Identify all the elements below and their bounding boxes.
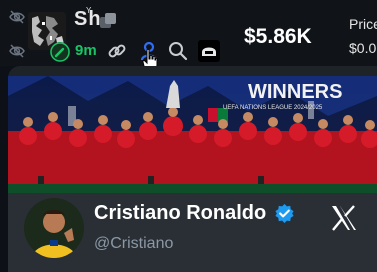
profile-name: Cristiano Ronaldo [94,202,267,224]
copy-icon[interactable] [98,12,118,30]
top-toolbar: Sh Y 9m $5.86K Price $0.0 [0,0,377,71]
eye-off-icon[interactable] [8,8,26,26]
banner-image: WINNERS UEFA NATIONS LEAGUE 2024/2025 [8,76,377,193]
verified-badge-icon [275,203,294,224]
eye-off-icon[interactable] [8,42,26,60]
twitter-card[interactable]: WINNERS UEFA NATIONS LEAGUE 2024/2025 Cr… [8,66,377,272]
age-indicator [50,42,70,62]
search-icon[interactable] [167,40,189,62]
banner-headline: WINNERS [248,81,342,103]
price-label: Price [349,16,377,32]
helmet-icon[interactable] [198,40,220,62]
banner-subline: UEFA NATIONS LEAGUE 2024/2025 [223,105,323,111]
avatar[interactable] [24,198,84,258]
token-age: 9m [75,42,97,59]
x-logo-icon[interactable] [330,205,358,231]
profile-section: Cristiano Ronaldo @Cristiano [8,193,377,272]
market-cap: $5.86K [244,25,312,48]
profile-handle[interactable]: @Cristiano [94,235,173,253]
price-value: $0.0 [349,40,377,56]
link-icon[interactable] [106,40,128,62]
token-symbol: Y [86,6,92,15]
